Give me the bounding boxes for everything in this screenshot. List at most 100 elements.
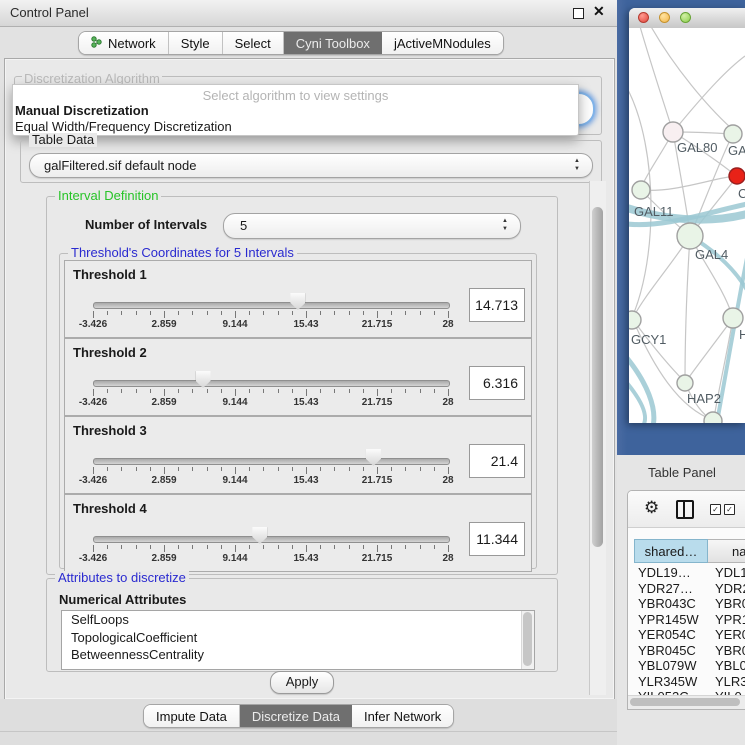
cell-shared-name[interactable]: YBL079W: [638, 658, 697, 674]
attribute-list-item[interactable]: TopologicalCoefficient: [62, 629, 534, 647]
cell-shared-name[interactable]: YDL19…: [638, 565, 691, 581]
threshold-row: Threshold 2 -3.4262.8599.14415.4321.7152…: [64, 338, 532, 416]
table-row[interactable]: YLR345W YLR3: [628, 674, 745, 690]
panel-vertical-scrollbar[interactable]: [589, 181, 606, 695]
cell-name[interactable]: YBR0: [715, 596, 745, 612]
network-canvas[interactable]: GAL80GACGAL11GAL4GCY1HHAP2: [629, 28, 745, 423]
cell-shared-name[interactable]: YLR345W: [638, 674, 697, 690]
table-horizontal-scrollbar[interactable]: [628, 695, 745, 709]
threshold-slider-track[interactable]: [93, 536, 450, 543]
table-row[interactable]: YBR045C YBR0: [628, 643, 745, 659]
list-scrollbar-thumb[interactable]: [523, 612, 532, 666]
network-window-titlebar[interactable]: [629, 8, 745, 29]
zoom-traffic-light-icon[interactable]: [680, 12, 691, 23]
tick-label: 9.144: [222, 553, 247, 564]
tab-impute-data[interactable]: Impute Data: [144, 705, 240, 727]
number-of-intervals-spinner[interactable]: 5 ▲▼: [223, 213, 521, 239]
cell-name[interactable]: YDL1: [715, 565, 745, 581]
algorithm-option-manual[interactable]: Manual Discretization: [15, 103, 149, 118]
threshold-value-field[interactable]: 6.316: [469, 366, 525, 400]
node-label: GCY1: [631, 332, 666, 347]
network-node[interactable]: [724, 125, 742, 143]
threshold-row: Threshold 1 -3.4262.8599.14415.4321.7152…: [64, 260, 532, 338]
table-data-group: Table Data galFiltered.sif default node …: [20, 140, 602, 183]
cell-name[interactable]: YBL0: [715, 658, 745, 674]
tick-label: 9.144: [222, 475, 247, 486]
numerical-attributes-list[interactable]: SelfLoopsTopologicalCoefficientBetweenne…: [61, 610, 535, 670]
network-node[interactable]: [632, 181, 650, 199]
cell-name[interactable]: YDR2: [715, 581, 745, 597]
cell-name[interactable]: YER0: [715, 627, 745, 643]
network-view-window[interactable]: GAL80GACGAL11GAL4GCY1HHAP2: [629, 8, 745, 423]
list-vertical-scrollbar[interactable]: [521, 611, 534, 669]
threshold-value-field[interactable]: 11.344: [469, 522, 525, 556]
scrollbar-thumb[interactable]: [592, 207, 603, 547]
network-node[interactable]: [663, 122, 683, 142]
table-panel-title: Table Panel: [648, 465, 716, 480]
thresholds-title: Threshold's Coordinates for 5 Intervals: [68, 246, 297, 260]
table-row[interactable]: YER054C YER0: [628, 627, 745, 643]
network-node[interactable]: [677, 375, 693, 391]
cell-shared-name[interactable]: YPR145W: [638, 612, 699, 628]
attributes-title: Attributes to discretize: [55, 571, 189, 585]
tick-label: 2.859: [151, 319, 176, 330]
combo-arrows-icon: ▲▼: [574, 157, 580, 173]
checkbox-icon[interactable]: ✓: [724, 504, 735, 515]
table-data-combobox[interactable]: galFiltered.sif default node ▲▼: [29, 153, 593, 178]
network-node[interactable]: [729, 168, 745, 184]
table-row[interactable]: YBL079W YBL0: [628, 658, 745, 674]
cell-shared-name[interactable]: YBR045C: [638, 643, 696, 659]
attribute-list-item[interactable]: BetweennessCentrality: [62, 646, 534, 664]
table-row[interactable]: YPR145W YPR1: [628, 612, 745, 628]
float-window-icon[interactable]: [573, 8, 584, 19]
threshold-slider-track[interactable]: [93, 302, 450, 309]
threshold-value-field[interactable]: 21.4: [469, 444, 525, 478]
node-label: HAP2: [687, 391, 721, 406]
hscrollbar-thumb[interactable]: [630, 698, 740, 706]
apply-button[interactable]: Apply: [270, 671, 334, 694]
threshold-row: Threshold 3 -3.4262.8599.14415.4321.7152…: [64, 416, 532, 494]
tick-label: 28: [442, 475, 453, 486]
close-traffic-light-icon[interactable]: [638, 12, 649, 23]
gear-icon[interactable]: ⚙: [644, 498, 659, 518]
split-columns-icon[interactable]: [676, 500, 694, 519]
column-header-name[interactable]: na: [708, 539, 745, 563]
threshold-row: Threshold 4 -3.4262.8599.14415.4321.7152…: [64, 494, 532, 572]
tab-network[interactable]: Network: [79, 32, 169, 54]
tab-jactivemnodules[interactable]: jActiveMNodules: [382, 32, 503, 54]
close-icon[interactable]: ✕: [593, 3, 605, 20]
right-side: GAL80GACGAL11GAL4GCY1HHAP2 Table Panel ⚙…: [617, 0, 745, 745]
threshold-slider-track[interactable]: [93, 380, 450, 387]
tab-style[interactable]: Style: [169, 32, 223, 54]
table-row[interactable]: YBR043C YBR0: [628, 596, 745, 612]
tick-label: -3.426: [79, 397, 107, 408]
column-header-shared-name[interactable]: shared…: [634, 539, 708, 563]
table-row[interactable]: YDR27… YDR2: [628, 581, 745, 597]
threshold-slider-track[interactable]: [93, 458, 450, 465]
threshold-value-field[interactable]: 14.713: [469, 288, 525, 322]
cell-name[interactable]: YLR3: [715, 674, 745, 690]
cell-shared-name[interactable]: YER054C: [638, 627, 696, 643]
network-node[interactable]: [629, 311, 641, 329]
attribute-list-item[interactable]: SelfLoops: [62, 611, 534, 629]
table-panel: ⚙ ✓ ✓ shared… na YDL19…YDL1YDR27…YDR2YBR…: [627, 490, 745, 710]
cell-name[interactable]: YPR1: [715, 612, 745, 628]
cell-shared-name[interactable]: YBR043C: [638, 596, 696, 612]
cell-shared-name[interactable]: YDR27…: [638, 581, 693, 597]
interval-definition-title: Interval Definition: [55, 189, 161, 203]
attributes-group: Attributes to discretize Numerical Attri…: [46, 578, 558, 672]
network-node[interactable]: [677, 223, 703, 249]
table-row[interactable]: YDL19… YDL1: [628, 565, 745, 581]
tab-infer-network[interactable]: Infer Network: [352, 705, 453, 727]
network-node[interactable]: [723, 308, 743, 328]
node-label: H: [739, 327, 745, 342]
control-panel-titlebar: Control Panel ✕: [0, 0, 617, 27]
tab-select[interactable]: Select: [223, 32, 284, 54]
cell-name[interactable]: YBR0: [715, 643, 745, 659]
minimize-traffic-light-icon[interactable]: [659, 12, 670, 23]
tab-cyni-toolbox[interactable]: Cyni Toolbox: [284, 32, 382, 54]
checkbox-icon[interactable]: ✓: [710, 504, 721, 515]
tab-discretize-data[interactable]: Discretize Data: [240, 705, 352, 727]
network-node[interactable]: [704, 412, 722, 423]
tick-label: 15.43: [293, 475, 318, 486]
